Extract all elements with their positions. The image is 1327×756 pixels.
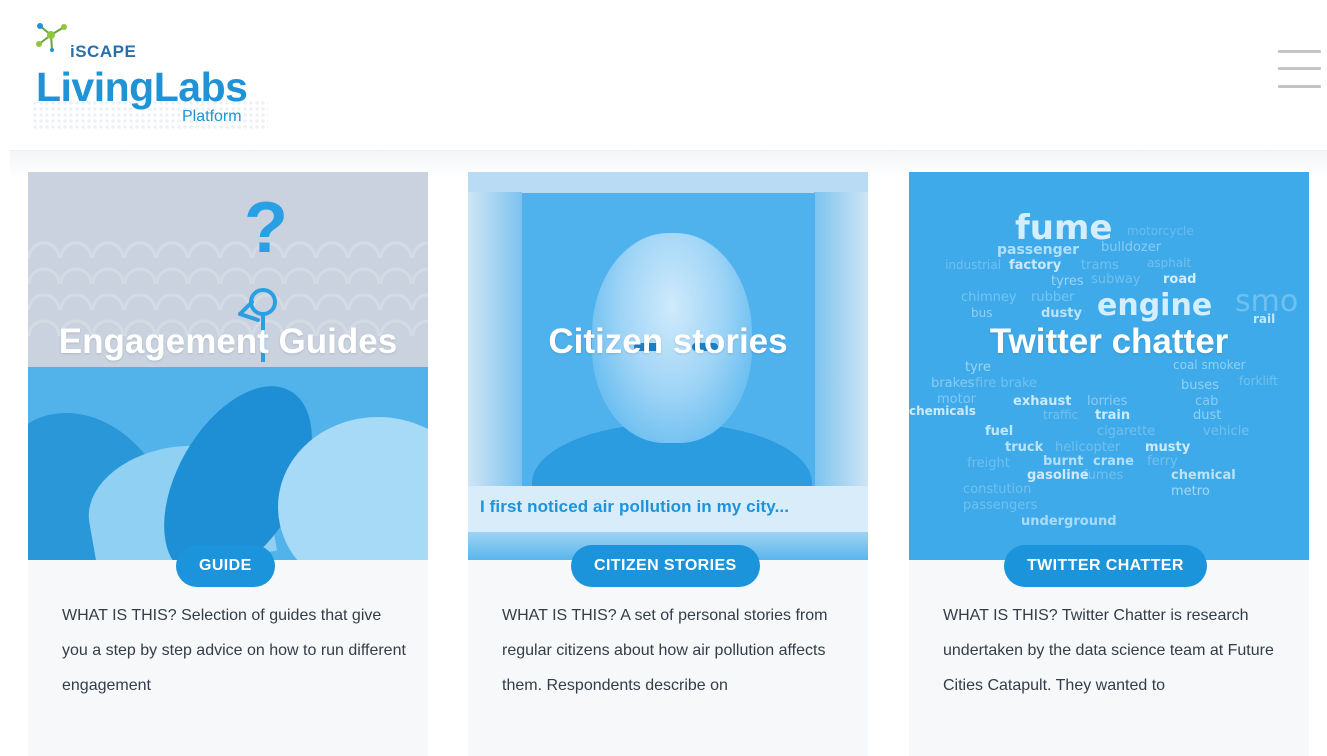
word-cloud-word: asphalt <box>1147 256 1192 270</box>
word-cloud-word: cab <box>1195 394 1219 409</box>
site-header: iSCAPE LivingLabs Platform <box>0 0 1327 150</box>
menu-bar <box>1278 50 1321 53</box>
word-cloud-word: crane <box>1093 454 1134 469</box>
word-cloud-word: passenger <box>997 242 1080 258</box>
word-cloud-word: dusty <box>1041 306 1082 321</box>
word-cloud-word: buses <box>1181 378 1220 393</box>
word-cloud-word: burnt <box>1043 454 1084 469</box>
word-cloud-word: exhaust <box>1013 394 1072 409</box>
word-cloud: fume motorcycle passenger bulldozer industri… <box>909 172 1309 560</box>
word-cloud-word: passengers <box>963 498 1038 513</box>
word-cloud-word: traffic <box>1043 408 1079 422</box>
card-description: WHAT IS THIS? Selection of guides that g… <box>62 607 406 694</box>
word-cloud-word: rubber <box>1031 290 1075 305</box>
card-citizen-stories[interactable]: I first noticed air pollution in my city… <box>468 172 868 756</box>
word-cloud-word: train <box>1095 408 1131 423</box>
hamburger-menu-icon[interactable] <box>1278 50 1321 90</box>
word-cloud-word: industrial <box>945 258 1002 272</box>
word-cloud-word: chemical <box>1171 468 1236 483</box>
card-title: Twitter chatter <box>989 322 1229 361</box>
word-cloud-word: forklift <box>1239 374 1278 388</box>
logo-small-text: iSCAPE <box>70 42 137 61</box>
molecule-icon <box>36 23 67 52</box>
word-cloud-word: chimney <box>961 290 1017 305</box>
logo-main-text: LivingLabs <box>36 64 248 110</box>
word-cloud-word: chemicals <box>909 404 976 418</box>
word-cloud-word: fumes <box>1083 468 1124 483</box>
word-cloud-word: gasoline <box>1027 468 1089 483</box>
word-cloud-word: trams <box>1081 258 1119 273</box>
word-cloud-word: factory <box>1009 258 1062 273</box>
category-badge-guide[interactable]: GUIDE <box>176 545 275 587</box>
card-twitter-chatter[interactable]: fume motorcycle passenger bulldozer industri… <box>909 172 1309 756</box>
word-cloud-word: brakes <box>931 376 975 391</box>
word-cloud-word: tyre <box>965 360 991 375</box>
card-title: Citizen stories <box>548 322 788 361</box>
word-cloud-word: ferry <box>1147 454 1178 469</box>
card-description: WHAT IS THIS? A set of personal stories … <box>502 607 828 694</box>
word-cloud-word: road <box>1163 272 1197 287</box>
word-cloud-word: bus <box>971 306 993 320</box>
word-cloud-word: truck <box>1005 440 1044 455</box>
card-title: Engagement Guides <box>58 322 398 361</box>
word-cloud-word: bulldozer <box>1101 240 1162 255</box>
word-cloud-word: musty <box>1145 440 1191 455</box>
card-image: I first noticed air pollution in my city… <box>468 172 868 560</box>
word-cloud-word: lorries <box>1087 394 1128 409</box>
category-badge-twitter-chatter[interactable]: TWITTER CHATTER <box>1004 545 1207 587</box>
word-cloud-word: engine <box>1097 288 1213 323</box>
word-cloud-word: fire brake <box>975 376 1038 391</box>
menu-bar <box>1278 67 1321 70</box>
word-cloud-word: motorcycle <box>1127 224 1194 238</box>
category-badge-citizen-stories[interactable]: CITIZEN STORIES <box>571 545 760 587</box>
word-cloud-word: fuel <box>985 424 1014 439</box>
word-cloud-word: helicopter <box>1055 440 1121 455</box>
question-mark-icon: ? <box>244 188 288 268</box>
word-cloud-word: cigarette <box>1097 424 1156 439</box>
word-cloud-word: constution <box>963 482 1032 497</box>
word-cloud-word: freight <box>967 456 1010 471</box>
card-description: WHAT IS THIS? Twitter Chatter is researc… <box>943 607 1274 694</box>
workshop-photo <box>28 361 428 560</box>
card-engagement-guides[interactable]: ? Engagement Guides GUIDE WHAT IS THIS? … <box>28 172 428 756</box>
card-image: fume motorcycle passenger bulldozer industri… <box>909 172 1309 560</box>
word-cloud-word: dust <box>1193 408 1222 423</box>
word-cloud-word: subway <box>1091 272 1141 287</box>
word-cloud-word: vehicle <box>1203 424 1250 439</box>
word-cloud-word: tyres <box>1051 274 1084 289</box>
iscape-livinglabs-logo[interactable]: iSCAPE LivingLabs Platform <box>32 14 268 130</box>
menu-bar <box>1278 85 1321 88</box>
word-cloud-word: underground <box>1021 514 1117 529</box>
video-caption: I first noticed air pollution in my city… <box>480 497 790 516</box>
word-cloud-word: metro <box>1171 484 1210 499</box>
logo-sub-text: Platform <box>182 108 242 125</box>
card-image: ? <box>28 172 428 560</box>
